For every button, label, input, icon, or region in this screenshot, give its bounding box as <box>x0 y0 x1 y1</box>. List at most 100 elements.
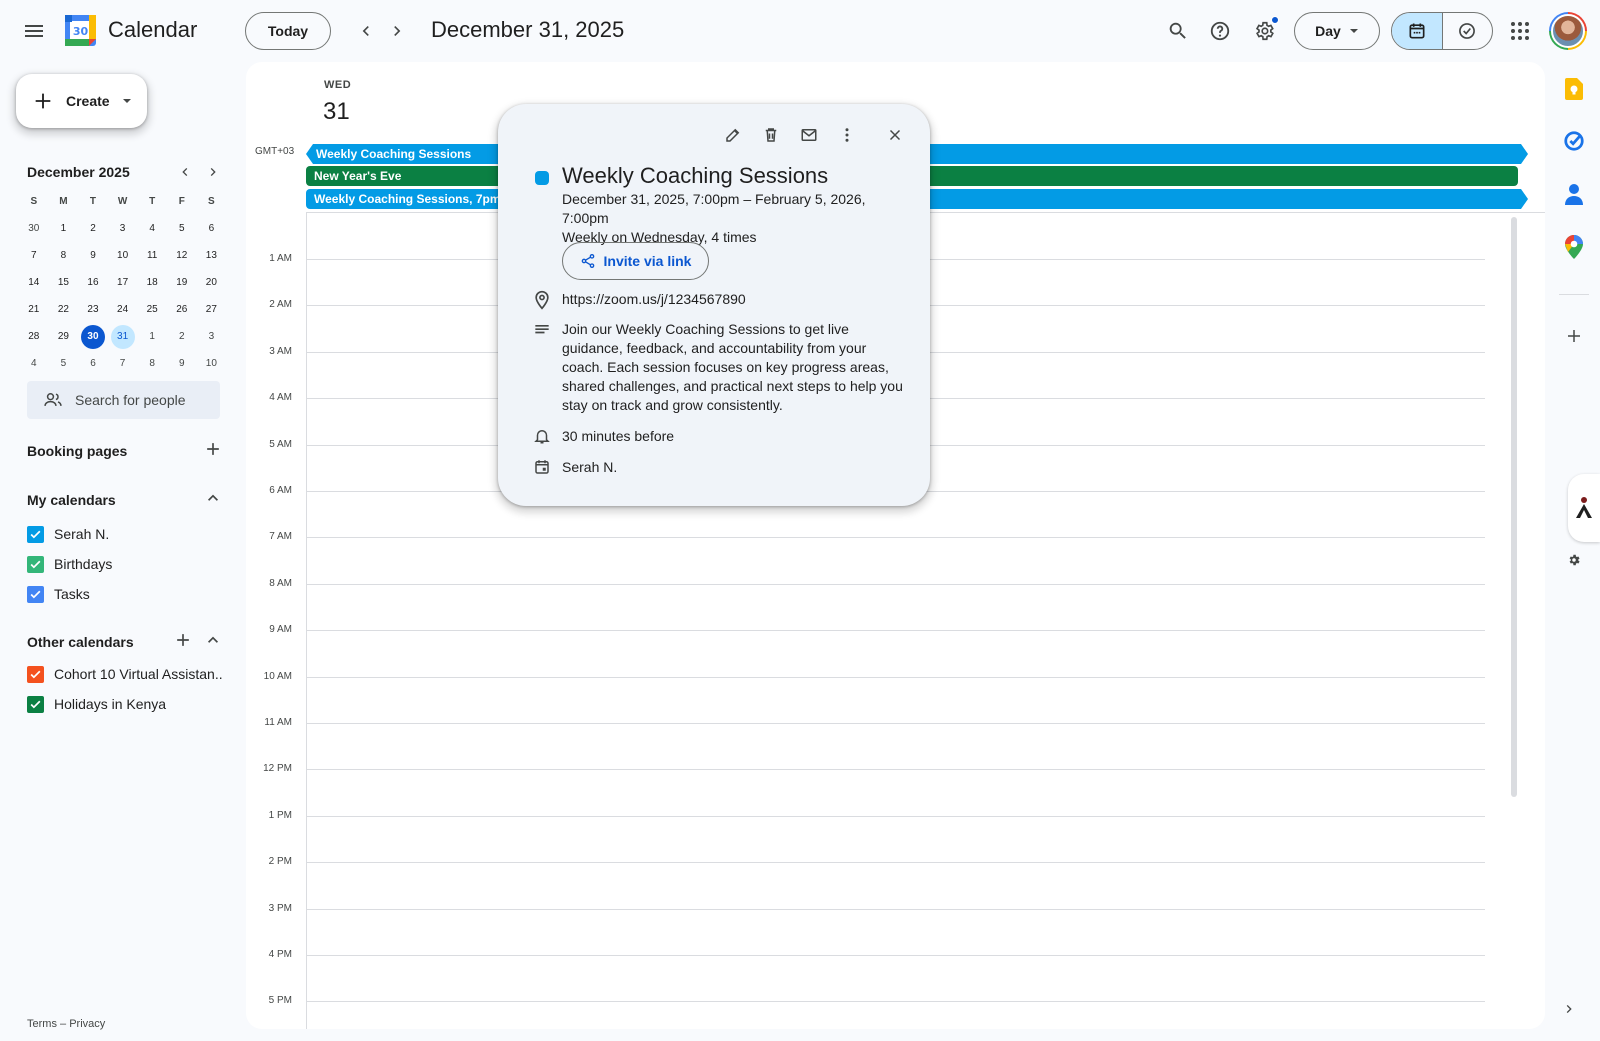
maps-button[interactable] <box>1560 233 1588 261</box>
mini-calendar-day[interactable]: 7 <box>19 242 49 269</box>
mini-calendar-day[interactable]: 13 <box>197 242 227 269</box>
mini-calendar-day[interactable]: 24 <box>108 296 138 323</box>
keep-button[interactable] <box>1560 75 1588 103</box>
calendar-list-item[interactable]: Cohort 10 Virtual Assistan... <box>27 662 223 686</box>
side-panel-addon-tab[interactable] <box>1568 474 1600 542</box>
more-options-button[interactable] <box>828 116 866 154</box>
calendar-mode-button[interactable] <box>1392 13 1443 49</box>
privacy-link[interactable]: Privacy <box>69 1018 105 1030</box>
calendar-list-item[interactable]: Birthdays <box>27 552 223 576</box>
mini-calendar-day[interactable]: 9 <box>167 350 197 377</box>
today-button[interactable]: Today <box>245 12 331 50</box>
addon-settings-button[interactable] <box>1560 546 1588 574</box>
tasks-button[interactable] <box>1560 127 1588 155</box>
mini-calendar-day[interactable]: 5 <box>167 215 197 242</box>
chevron-up-icon[interactable] <box>203 488 223 508</box>
mini-calendar-day[interactable]: 12 <box>167 242 197 269</box>
scrollbar-thumb[interactable] <box>1511 217 1517 797</box>
mini-calendar-day[interactable]: 9 <box>78 242 108 269</box>
mini-calendar-day[interactable]: 10 <box>108 242 138 269</box>
invite-via-link-button[interactable]: Invite via link <box>562 242 709 280</box>
mini-calendar-day[interactable]: 4 <box>19 350 49 377</box>
mini-calendar-day[interactable]: 7 <box>108 350 138 377</box>
mini-calendar-day[interactable]: 17 <box>108 269 138 296</box>
mini-calendar-day-label: 8 <box>60 250 67 261</box>
contacts-button[interactable] <box>1560 180 1588 208</box>
terms-link[interactable]: Terms <box>27 1018 57 1030</box>
mini-calendar-day[interactable]: 26 <box>167 296 197 323</box>
email-guests-button[interactable] <box>790 116 828 154</box>
my-calendars-header[interactable]: My calendars <box>27 488 223 512</box>
mini-calendar-day[interactable]: 20 <box>197 269 227 296</box>
mini-calendar-prev-button[interactable] <box>173 160 197 184</box>
mini-calendar-day[interactable]: 5 <box>49 350 79 377</box>
create-button[interactable]: Create <box>16 74 147 128</box>
event-description: Join our Weekly Coaching Sessions to get… <box>562 321 903 413</box>
mini-calendar-day[interactable]: 14 <box>19 269 49 296</box>
calendar-checkbox[interactable] <box>27 665 44 683</box>
get-add-ons-button[interactable] <box>1560 322 1588 350</box>
mini-calendar-day[interactable]: 15 <box>49 269 79 296</box>
help-button[interactable] <box>1200 11 1240 51</box>
mini-calendar-day[interactable]: 18 <box>137 269 167 296</box>
people-search-input[interactable]: Search for people <box>27 381 220 419</box>
mini-calendar-day[interactable]: 28 <box>19 323 49 350</box>
search-button[interactable] <box>1158 11 1198 51</box>
day-number[interactable]: 31 <box>323 98 350 126</box>
calendar-checkbox[interactable] <box>27 525 44 543</box>
mini-calendar-day[interactable]: 30 <box>78 323 108 350</box>
calendar-list-item[interactable]: Tasks <box>27 582 223 606</box>
next-day-button[interactable] <box>377 11 417 51</box>
calendar-list-item[interactable]: Holidays in Kenya <box>27 692 223 716</box>
mini-calendar-day[interactable]: 11 <box>137 242 167 269</box>
add-booking-page-icon[interactable] <box>203 439 223 459</box>
account-avatar[interactable] <box>1549 12 1587 50</box>
add-other-calendar-icon[interactable] <box>173 630 193 650</box>
mini-calendar-day[interactable]: 6 <box>197 215 227 242</box>
weekday-header: T <box>149 196 156 207</box>
mini-calendar-day[interactable]: 22 <box>49 296 79 323</box>
mini-calendar-day[interactable]: 10 <box>197 350 227 377</box>
calendar-list-item[interactable]: Serah N. <box>27 522 223 546</box>
other-calendars-header[interactable]: Other calendars <box>27 630 223 654</box>
mini-calendar-day[interactable]: 23 <box>78 296 108 323</box>
mini-calendar-day[interactable]: 25 <box>137 296 167 323</box>
calendar-checkbox[interactable] <box>27 555 44 573</box>
main-menu-button[interactable] <box>14 11 54 51</box>
edit-event-button[interactable] <box>714 116 752 154</box>
mini-calendar-day[interactable]: 3 <box>197 323 227 350</box>
mini-calendar-day[interactable]: 3 <box>108 215 138 242</box>
mini-calendar-day[interactable]: 8 <box>49 242 79 269</box>
view-switcher[interactable]: Day <box>1294 12 1380 50</box>
hour-label: 1 AM <box>269 253 292 264</box>
mini-calendar-day[interactable]: 8 <box>137 350 167 377</box>
close-popup-button[interactable] <box>876 116 914 154</box>
calendar-checkbox[interactable] <box>27 695 44 713</box>
expand-side-panel-button[interactable] <box>1561 1001 1577 1022</box>
mini-calendar-day[interactable]: 2 <box>167 323 197 350</box>
tasks-mode-button[interactable] <box>1443 13 1493 49</box>
mini-calendar-day[interactable]: 1 <box>49 215 79 242</box>
chevron-up-icon[interactable] <box>203 630 223 650</box>
mini-calendar-day[interactable]: 2 <box>78 215 108 242</box>
mini-calendar-day[interactable]: 31 <box>108 323 138 350</box>
mini-calendar-day[interactable]: 4 <box>137 215 167 242</box>
mini-calendar-day-label: 9 <box>90 250 96 261</box>
mini-calendar-day[interactable]: 16 <box>78 269 108 296</box>
calendar-checkbox[interactable] <box>27 585 44 603</box>
mini-calendar-day[interactable]: 19 <box>167 269 197 296</box>
mini-calendar-day[interactable]: 29 <box>49 323 79 350</box>
mini-calendar-day[interactable]: 1 <box>137 323 167 350</box>
booking-pages-row[interactable]: Booking pages <box>27 439 223 463</box>
mini-calendar-day[interactable]: 6 <box>78 350 108 377</box>
google-apps-button[interactable] <box>1500 11 1540 51</box>
mini-calendar-day[interactable]: 30 <box>19 215 49 242</box>
mini-calendar-day-label: 9 <box>178 358 185 369</box>
event-location[interactable]: https://zoom.us/j/1234567890 <box>562 290 746 310</box>
mini-calendar-next-button[interactable] <box>201 160 225 184</box>
weekday-header: S <box>208 196 215 207</box>
mini-calendar-day[interactable]: 27 <box>197 296 227 323</box>
calendar-logo[interactable]: 30 <box>65 15 96 46</box>
mini-calendar-day[interactable]: 21 <box>19 296 49 323</box>
delete-event-button[interactable] <box>752 116 790 154</box>
